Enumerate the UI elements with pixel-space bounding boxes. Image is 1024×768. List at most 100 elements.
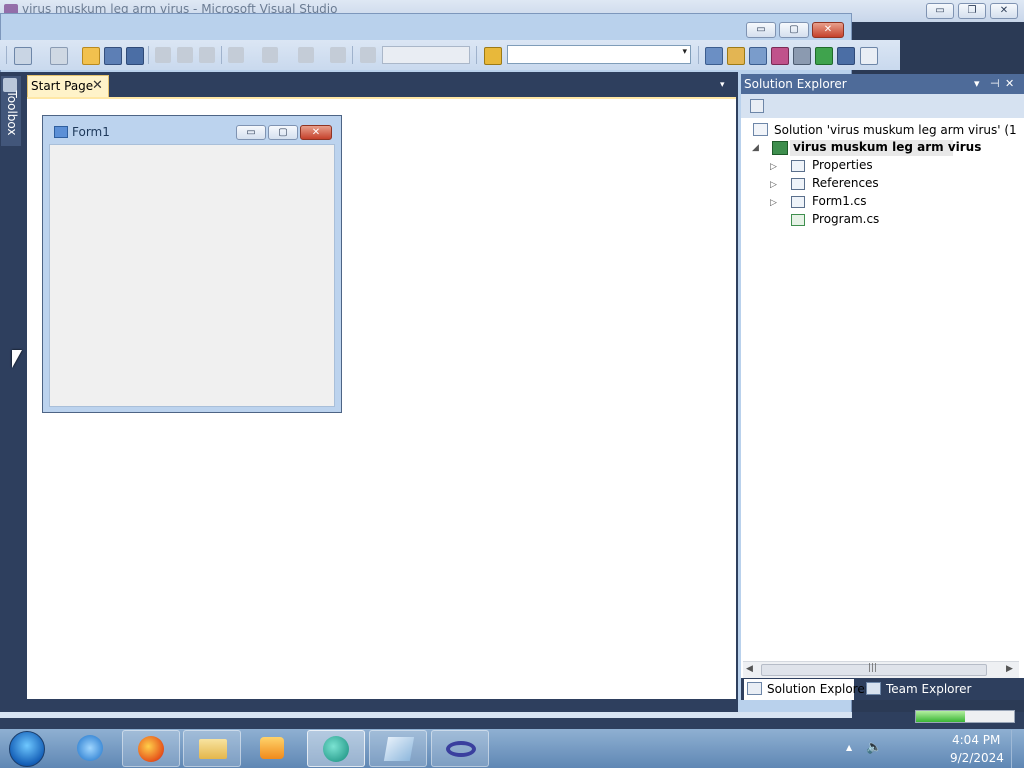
toolbox-label[interactable]: Toolbox (5, 83, 19, 143)
inner-window-bottom-edge (0, 712, 852, 718)
app-icon (323, 736, 349, 762)
toolbar-separator (148, 46, 149, 64)
tree-item-form1[interactable]: Form1.cs (812, 194, 867, 208)
document-icon (383, 737, 415, 761)
taskbar-visual-studio[interactable] (431, 730, 489, 767)
solution-configuration-combo[interactable] (382, 46, 470, 64)
outer-close-button[interactable]: ✕ (990, 3, 1018, 19)
taskbar-file-explorer[interactable] (183, 730, 241, 767)
project-node-label[interactable]: virus muskum leg arm virus (790, 140, 981, 156)
csharp-project-icon (772, 141, 788, 155)
taskbar-app-document[interactable] (369, 730, 427, 767)
object-browser-icon[interactable] (749, 47, 767, 65)
toolbar-separator (476, 46, 477, 64)
properties-window-icon[interactable] (727, 47, 745, 65)
form1-title: Form1 (72, 125, 110, 139)
undo-icon[interactable] (228, 47, 244, 63)
tab-start-page-label[interactable]: Start Page (31, 79, 93, 93)
add-item-icon[interactable] (50, 47, 68, 65)
left-dock (0, 72, 22, 712)
find-in-files-icon[interactable] (484, 47, 502, 65)
inner-minimize-button[interactable]: ▭ (746, 22, 776, 38)
solution-explorer-title: Solution Explorer (744, 77, 847, 91)
chevron-down-icon[interactable]: ▾ (682, 47, 687, 57)
tree-item-references[interactable]: References (812, 176, 879, 190)
properties-icon (791, 160, 805, 172)
close-icon[interactable]: ✕ (92, 78, 103, 93)
inner-maximize-button[interactable]: ▢ (779, 22, 809, 38)
window-layout-icon[interactable] (860, 47, 878, 65)
form-icon (54, 126, 68, 138)
paste-icon[interactable] (199, 47, 215, 63)
scroll-grip: ||| (868, 663, 878, 673)
inner-close-button[interactable]: ✕ (812, 22, 844, 38)
toolbox-window-icon[interactable] (771, 47, 789, 65)
solution-node-label[interactable]: Solution 'virus muskum leg arm virus' (1… (774, 123, 1019, 137)
taskbar-internet-explorer[interactable] (62, 730, 120, 767)
toolbar-separator (221, 46, 222, 64)
tree-item-program[interactable]: Program.cs (812, 212, 879, 226)
chevron-down-icon[interactable]: ▾ (974, 77, 980, 90)
clock-date[interactable]: 9/2/2024 (950, 751, 1004, 765)
show-all-files-icon[interactable] (750, 99, 764, 113)
tray-expand-icon[interactable]: ▲ (846, 743, 852, 752)
solution-explorer-toolbar (741, 94, 1024, 118)
scroll-right-icon[interactable]: ▶ (1006, 664, 1013, 674)
form-maximize-button: ▢ (268, 125, 298, 140)
solution-explorer-icon (747, 682, 762, 695)
toolbar-grip[interactable] (6, 46, 7, 64)
tree-item-properties[interactable]: Properties (812, 158, 873, 172)
open-file-icon[interactable] (82, 47, 100, 65)
expander-open-icon[interactable]: ◢ (752, 143, 759, 153)
form1-client-area[interactable] (49, 144, 335, 407)
team-explorer-icon (866, 682, 881, 695)
status-progress-fill (916, 711, 965, 722)
toolbar-separator (352, 46, 353, 64)
close-icon[interactable]: ✕ (1005, 77, 1014, 90)
redo-icon[interactable] (262, 47, 278, 63)
navigate-forward-icon[interactable] (330, 47, 346, 63)
solution-explorer-icon[interactable] (705, 47, 723, 65)
folder-icon (199, 739, 227, 759)
tools-icon[interactable] (793, 47, 811, 65)
navigate-backward-icon[interactable] (298, 47, 314, 63)
show-desktop-button[interactable] (1011, 730, 1024, 768)
tab-team-explorer-label[interactable]: Team Explorer (886, 682, 972, 696)
extension-manager-icon[interactable] (837, 47, 855, 65)
save-icon[interactable] (104, 47, 122, 65)
find-combo[interactable]: ▾ (507, 45, 691, 64)
visual-studio-icon (446, 741, 476, 757)
firefox-icon (138, 736, 164, 762)
start-debugging-icon[interactable] (360, 47, 376, 63)
expander-closed-icon[interactable]: ▷ (770, 180, 777, 190)
references-icon (791, 178, 805, 190)
outer-restore-button[interactable]: ❐ (958, 3, 986, 19)
cs-file-icon (791, 214, 805, 226)
taskbar-media-player[interactable] (243, 730, 301, 767)
solution-explorer-panel (741, 74, 1024, 700)
media-player-icon (260, 737, 284, 759)
taskbar-app-teal[interactable] (307, 730, 365, 767)
expander-closed-icon[interactable]: ▷ (770, 198, 777, 208)
form-minimize-button: ▭ (236, 125, 266, 140)
mouse-cursor (12, 350, 22, 368)
scroll-left-icon[interactable]: ◀ (746, 664, 753, 674)
start-page-icon[interactable] (815, 47, 833, 65)
toolbar-separator (698, 46, 699, 64)
clock-time[interactable]: 4:04 PM (952, 733, 1000, 747)
start-button[interactable] (9, 731, 45, 767)
form-icon (791, 196, 805, 208)
internet-explorer-icon (77, 735, 103, 761)
save-all-icon[interactable] (126, 47, 144, 65)
chevron-down-icon[interactable]: ▾ (720, 80, 725, 90)
volume-muted-icon[interactable]: 🔈 (866, 740, 882, 755)
cut-icon[interactable] (155, 47, 171, 63)
taskbar-firefox[interactable] (122, 730, 180, 767)
form-close-button: ✕ (300, 125, 332, 140)
outer-minimize-button[interactable]: ▭ (926, 3, 954, 19)
expander-closed-icon[interactable]: ▷ (770, 162, 777, 172)
copy-icon[interactable] (177, 47, 193, 63)
new-project-icon[interactable] (14, 47, 32, 65)
pin-icon[interactable]: ⊣ (990, 77, 1000, 90)
tab-solution-explorer-label[interactable]: Solution Explorer (767, 682, 870, 696)
